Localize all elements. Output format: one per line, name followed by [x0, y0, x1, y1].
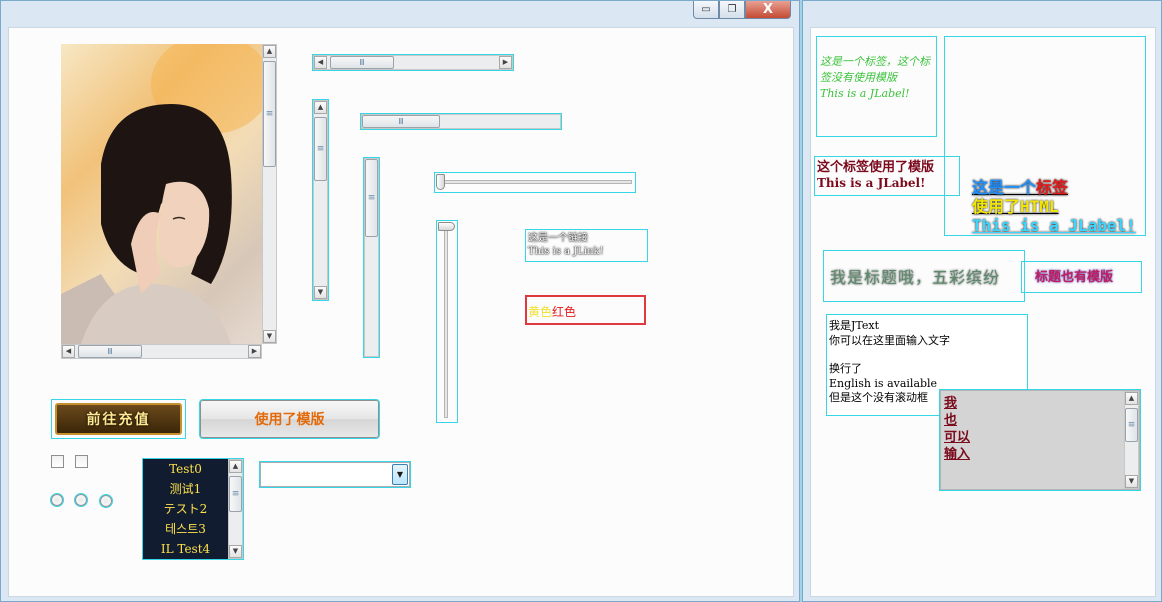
vertical-scrollbar-1[interactable]: ▲ ≡ ▼: [312, 99, 329, 301]
scroll-up-arrow[interactable]: ▲: [314, 101, 327, 114]
vertical-scrollbar-2[interactable]: ≡: [363, 157, 380, 358]
text-area-scrollbar[interactable]: ▲ ≡ ▼: [1124, 391, 1139, 489]
scroll-down-arrow[interactable]: ▼: [314, 286, 327, 299]
right-window: 这是一个标签，这个标签没有使用模版 This is a JLabel! 这是一个…: [802, 0, 1162, 602]
template-button[interactable]: 使用了模版: [199, 399, 380, 439]
girl-photo-illustration: [61, 44, 262, 344]
scroll-thumb[interactable]: Ⅲ: [330, 56, 394, 69]
window-controls: ▭ ❐ X: [693, 1, 791, 21]
slider-track: [444, 224, 448, 418]
scroll-left-arrow[interactable]: ◀: [62, 345, 75, 358]
html-label: 这是一个标签 使用了HTML This is a JLabel!: [972, 178, 1136, 235]
template-label-line-1: 这个标签使用了模版: [817, 160, 935, 175]
text-line: 可以: [944, 430, 971, 445]
scroll-thumb[interactable]: ≡: [1125, 408, 1138, 442]
scroll-text-content: 我 也 可以 输入: [944, 395, 970, 463]
scroll-down-arrow[interactable]: ▼: [229, 545, 242, 558]
scroll-up-arrow[interactable]: ▲: [1125, 392, 1138, 405]
link-label[interactable]: 这是一个链接 This is a JLink!: [525, 229, 648, 262]
photo-image: [61, 44, 262, 344]
link-line-1: 这是一个链接: [528, 233, 588, 244]
scroll-thumb[interactable]: Ⅲ: [362, 115, 440, 128]
list-item[interactable]: IL Test4: [143, 539, 228, 559]
photo-scroll-pane[interactable]: ▲ ≡ ▼ ◀ Ⅲ ▶: [61, 44, 277, 360]
text-line: 换行了: [829, 362, 862, 375]
chevron-down-icon[interactable]: ▼: [392, 464, 408, 485]
list-item[interactable]: 테스트3: [143, 519, 228, 539]
list-item[interactable]: テスト2: [143, 499, 228, 519]
scroll-right-arrow[interactable]: ▶: [248, 345, 261, 358]
recharge-image-button[interactable]: 前往充值: [51, 399, 186, 439]
text-line: 也: [944, 413, 958, 428]
slider-track: [438, 180, 632, 184]
html-line-1: 这是一个标签: [972, 178, 1069, 197]
template-label: 这个标签使用了模版 This is a JLabel!: [814, 156, 960, 196]
item-list[interactable]: Test0 测试1 テスト2 테스트3 IL Test4 ▲ ≡ ▼: [142, 458, 244, 560]
text-line: 输入: [944, 447, 971, 462]
yellow-text: 黄色: [528, 305, 553, 319]
text-line: 我: [944, 396, 958, 411]
link-line-2: This is a JLink!: [528, 246, 604, 257]
scroll-down-arrow[interactable]: ▼: [1125, 475, 1138, 488]
text-line: 你可以在这里面输入文字: [829, 333, 950, 347]
titled-panel-2: 标题也有模版: [1021, 261, 1142, 293]
slider-knob[interactable]: [436, 174, 445, 190]
minimize-button[interactable]: ▭: [693, 1, 719, 19]
left-window: ▭ ❐ X ▲ ≡ ▼ ◀ Ⅲ ▶ ◀ Ⅲ ▶ Ⅲ ▲ ≡ ▼ ≡ 这是一个链接…: [0, 0, 800, 602]
photo-vertical-scrollbar[interactable]: ▲ ≡ ▼: [262, 44, 277, 344]
list-item[interactable]: 测试1: [143, 479, 228, 499]
scroll-thumb[interactable]: ≡: [314, 117, 327, 181]
scroll-thumb[interactable]: Ⅲ: [78, 345, 142, 358]
scroll-up-arrow[interactable]: ▲: [229, 460, 242, 473]
checkbox-1[interactable]: [51, 455, 64, 468]
text-line: [829, 348, 1025, 362]
list-item[interactable]: Test0: [143, 459, 228, 479]
left-content-panel: ▲ ≡ ▼ ◀ Ⅲ ▶ ◀ Ⅲ ▶ Ⅲ ▲ ≡ ▼ ≡ 这是一个链接 This …: [8, 27, 794, 597]
template-button-label: 使用了模版: [254, 412, 325, 428]
text-line: English is available: [829, 376, 938, 390]
scroll-thumb[interactable]: ≡: [365, 159, 378, 237]
html-label-box: 这是一个标签 使用了HTML This is a JLabel!: [944, 36, 1146, 236]
html-line-2: 使用了HTML: [972, 197, 1059, 216]
radio-1[interactable]: [50, 493, 64, 507]
vertical-slider[interactable]: [436, 220, 458, 423]
right-content-panel: 这是一个标签，这个标签没有使用模版 This is a JLabel! 这是一个…: [810, 27, 1156, 597]
titled-panel: 我是标题哦，五彩缤纷: [823, 250, 1025, 302]
radio-3[interactable]: [99, 494, 113, 508]
restore-button[interactable]: ❐: [719, 1, 745, 19]
scroll-thumb[interactable]: ≡: [229, 476, 242, 512]
text-line: 我是JText: [829, 319, 880, 332]
scroll-up-arrow[interactable]: ▲: [263, 45, 276, 58]
red-text: 红色: [552, 305, 577, 319]
checkbox-2[interactable]: [75, 455, 88, 468]
html-line-3: This is a JLabel!: [972, 216, 1136, 235]
template-label-line-2: This is a JLabel!: [817, 176, 926, 190]
horizontal-slider[interactable]: [434, 172, 636, 193]
list-items: Test0 测试1 テスト2 테스트3 IL Test4: [143, 459, 228, 559]
titled-panel-2-title: 标题也有模版: [1035, 270, 1114, 285]
slider-knob[interactable]: [438, 222, 455, 231]
photo-horizontal-scrollbar[interactable]: ◀ Ⅲ ▶: [61, 344, 262, 359]
radio-2[interactable]: [74, 493, 88, 507]
plain-label: 这是一个标签，这个标签没有使用模版 This is a JLabel!: [816, 36, 937, 137]
list-scrollbar[interactable]: ▲ ≡ ▼: [228, 459, 243, 559]
color-label: 黄色红色: [525, 295, 646, 325]
scroll-text-area[interactable]: 我 也 可以 输入 ▲ ≡ ▼: [939, 389, 1141, 491]
scroll-thumb[interactable]: ≡: [263, 61, 276, 167]
combo-box[interactable]: ▼: [259, 461, 411, 488]
titled-panel-title: 我是标题哦，五彩缤纷: [830, 268, 1001, 287]
plain-label-text: 这是一个标签，这个标签没有使用模版 This is a JLabel!: [820, 55, 930, 100]
scroll-left-arrow[interactable]: ◀: [314, 56, 327, 69]
close-button[interactable]: X: [745, 1, 791, 19]
scroll-down-arrow[interactable]: ▼: [263, 330, 276, 343]
recharge-button-label: 前往充值: [86, 412, 151, 428]
scroll-right-arrow[interactable]: ▶: [499, 56, 512, 69]
horizontal-scrollbar-2[interactable]: Ⅲ: [360, 113, 562, 130]
horizontal-scrollbar-1[interactable]: ◀ Ⅲ ▶: [312, 54, 514, 71]
